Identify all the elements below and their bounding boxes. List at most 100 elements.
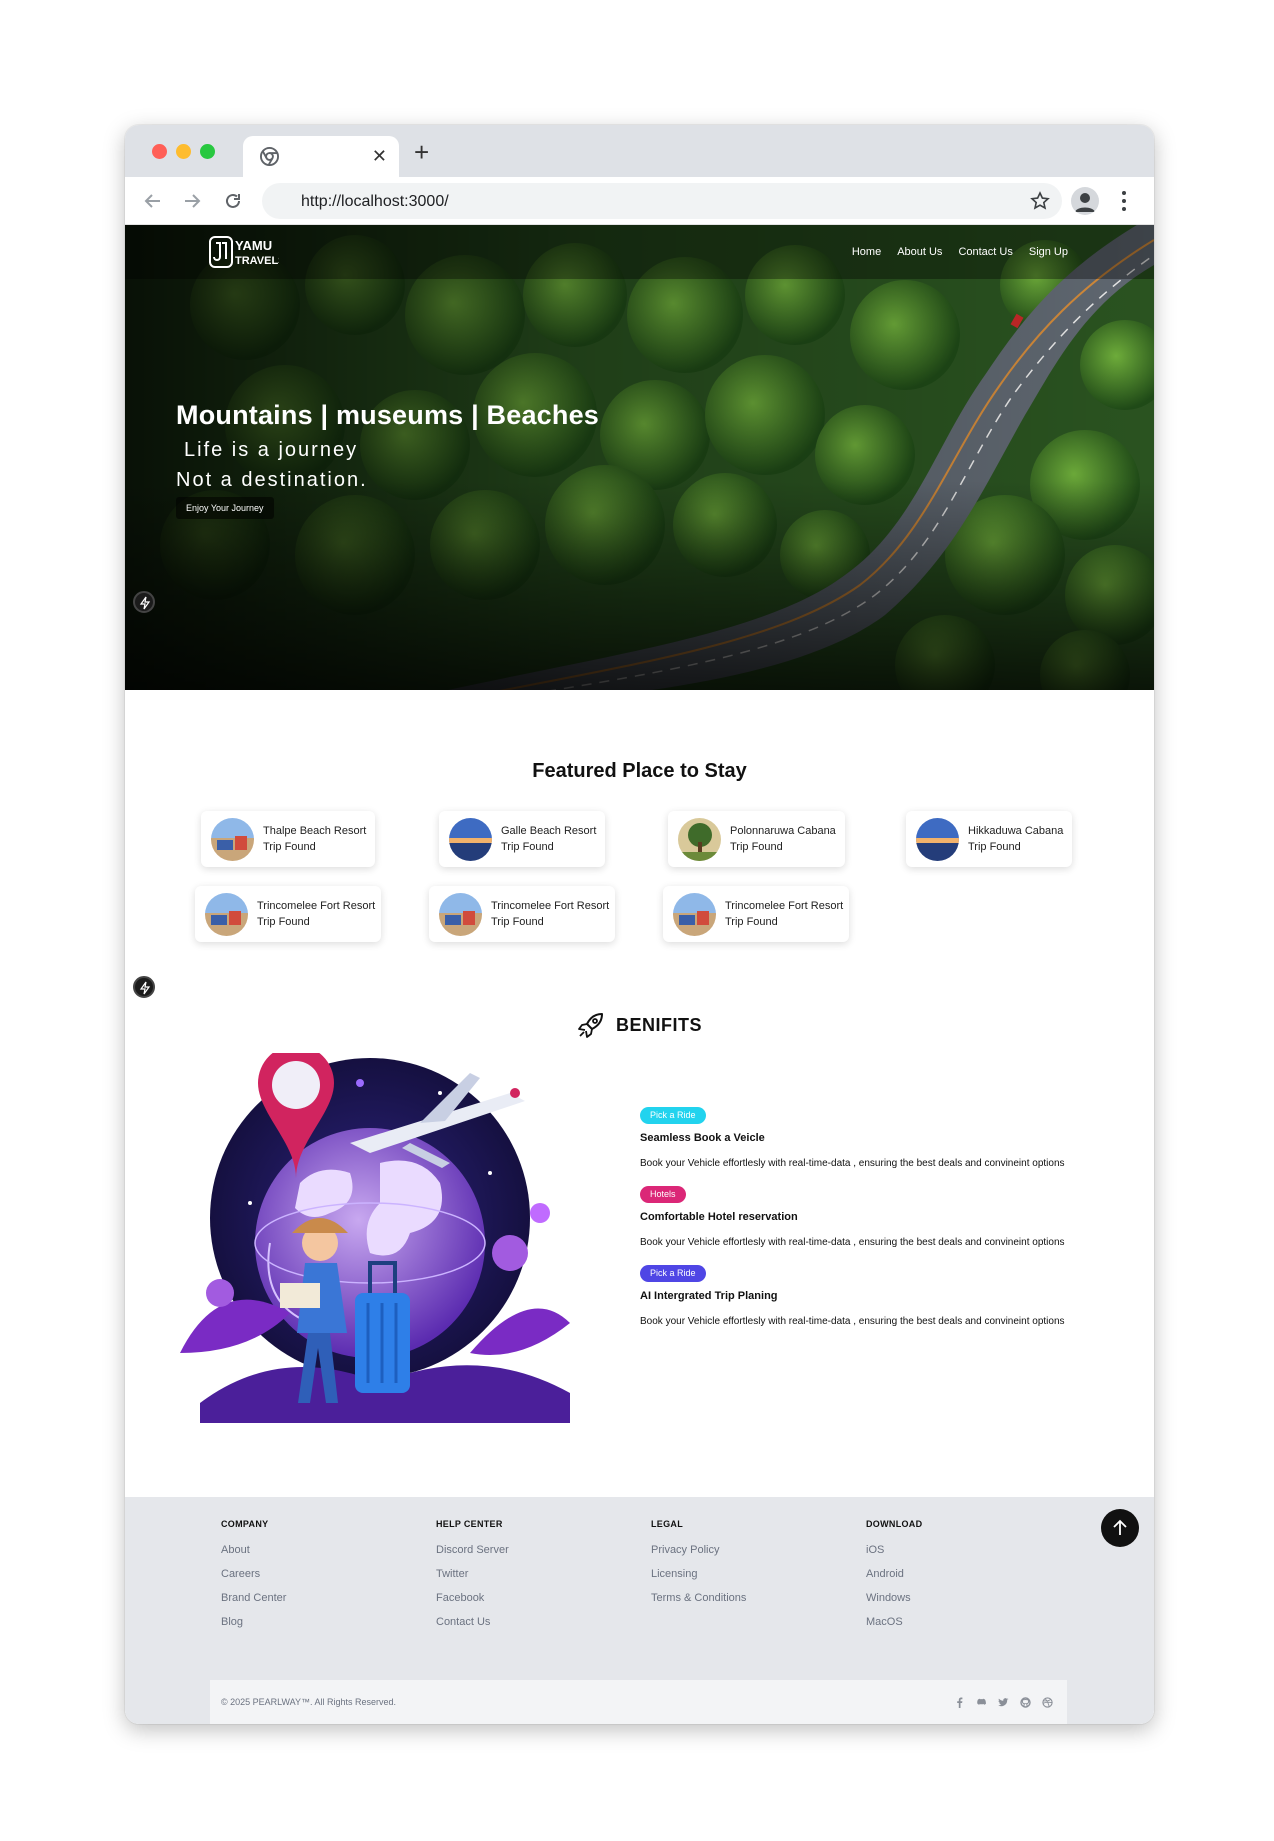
stay-card[interactable]: Hikkaduwa Cabana Trip Found (906, 811, 1072, 867)
benefits-title: BENIFITS (616, 1015, 703, 1035)
stay-name: Hikkaduwa Cabana (968, 825, 1064, 837)
discord-icon[interactable] (976, 1697, 987, 1708)
hero-line-2: Not a destination. (176, 469, 368, 491)
stay-thumbnail (678, 818, 721, 861)
stay-sub: Trip Found (501, 841, 554, 853)
browser-toolbar: http://localhost:3000/ (125, 177, 1154, 225)
stay-thumbnail (916, 818, 959, 861)
dev-tools-badge-icon[interactable] (133, 976, 155, 998)
tab-bar: ✕ + (125, 125, 1154, 177)
benefits-heading: BENIFITS (125, 1010, 1154, 1040)
nav-about-us[interactable]: About Us (897, 246, 942, 258)
hero-title: Mountains | museums | Beaches (176, 400, 600, 430)
footer-heading: COMPANY (221, 1519, 269, 1529)
benefit-description: Book your Vehicle effortlesly with real-… (640, 1237, 1065, 1248)
footer-link-windows[interactable]: Windows (866, 1592, 922, 1604)
nav-sign-up[interactable]: Sign Up (1029, 246, 1068, 258)
browser-menu-icon[interactable] (1121, 189, 1127, 213)
stay-sub: Trip Found (730, 841, 783, 853)
stay-sub: Trip Found (491, 916, 544, 928)
benefit-title: Comfortable Hotel reservation (640, 1211, 798, 1223)
close-window-button[interactable] (152, 144, 167, 159)
close-tab-icon[interactable]: ✕ (372, 146, 387, 166)
stay-name: Polonnaruwa Cabana (730, 825, 836, 837)
nav-home[interactable]: Home (852, 246, 881, 258)
tag-pick-a-ride: Pick a Ride (640, 1107, 706, 1124)
dribbble-icon[interactable] (1042, 1697, 1053, 1708)
footer-link-discord[interactable]: Discord Server (436, 1544, 509, 1556)
footer-link-licensing[interactable]: Licensing (651, 1568, 746, 1580)
browser-window: ✕ + http://localhost:3000/ YAMU TRAVEL H… (125, 125, 1154, 1724)
footer-link-terms[interactable]: Terms & Conditions (651, 1592, 746, 1604)
footer-link-facebook[interactable]: Facebook (436, 1592, 509, 1604)
stay-thumbnail (211, 818, 254, 861)
footer-link-about[interactable]: About (221, 1544, 286, 1556)
footer-heading: LEGAL (651, 1519, 683, 1529)
footer-link-ios[interactable]: iOS (866, 1544, 922, 1556)
footer-column-legal: LEGAL Privacy Policy Licensing Terms & C… (651, 1519, 746, 1616)
featured-title: Featured Place to Stay (532, 760, 747, 782)
yamu-travels-logo[interactable]: YAMU TRAVELS (209, 235, 279, 269)
stay-thumbnail (449, 818, 492, 861)
travel-globe-illustration (180, 1053, 570, 1423)
footer-heading: DOWNLOAD (866, 1519, 923, 1529)
chrome-icon (260, 147, 279, 166)
stay-card[interactable]: Trincomelee Fort Resort Trip Found (663, 886, 849, 942)
stay-thumbnail (673, 893, 716, 936)
footer-link-macos[interactable]: MacOS (866, 1616, 922, 1628)
arrow-up-icon (1113, 1519, 1127, 1535)
copyright-text: © 2025 PEARLWAY™. All Rights Reserved. (221, 1697, 397, 1707)
minimize-window-button[interactable] (176, 144, 191, 159)
tag-pick-a-ride: Pick a Ride (640, 1265, 706, 1282)
facebook-icon[interactable] (954, 1697, 965, 1708)
logo-line2: TRAVELS (235, 255, 279, 267)
site-header: YAMU TRAVELS Home About Us Contact Us Si… (125, 225, 1154, 279)
stay-name: Thalpe Beach Resort (263, 825, 367, 837)
footer-link-brand-center[interactable]: Brand Center (221, 1592, 286, 1604)
footer-link-privacy-policy[interactable]: Privacy Policy (651, 1544, 746, 1556)
stay-card[interactable]: Polonnaruwa Cabana Trip Found (668, 811, 845, 867)
stay-card[interactable]: Trincomelee Fort Resort Trip Found (195, 886, 381, 942)
reload-icon[interactable] (223, 191, 243, 211)
footer-column-company: COMPANY About Careers Brand Center Blog (221, 1519, 286, 1640)
enjoy-journey-button[interactable]: Enjoy Your Journey (176, 497, 274, 519)
logo-line1: YAMU (235, 238, 272, 253)
stay-thumbnail (205, 893, 248, 936)
profile-avatar-icon[interactable] (1071, 187, 1099, 215)
benefit-title: AI Intergrated Trip Planing (640, 1290, 778, 1302)
back-arrow-icon[interactable] (143, 191, 163, 211)
footer-link-blog[interactable]: Blog (221, 1616, 286, 1628)
benefit-title: Seamless Book a Veicle (640, 1132, 765, 1144)
dev-tools-badge-icon[interactable] (133, 591, 155, 613)
forward-arrow-icon[interactable] (182, 191, 202, 211)
stay-card[interactable]: Trincomelee Fort Resort Trip Found (429, 886, 615, 942)
url-text: http://localhost:3000/ (301, 193, 449, 210)
rocket-icon (578, 1013, 603, 1038)
hero-line-1: Life is a journey (184, 439, 359, 461)
benefit-description: Book your Vehicle effortlesly with real-… (640, 1158, 1065, 1169)
browser-tab[interactable]: ✕ (243, 136, 399, 177)
stay-sub: Trip Found (257, 916, 310, 928)
bookmark-star-icon[interactable] (1030, 191, 1050, 211)
footer-link-android[interactable]: Android (866, 1568, 922, 1580)
stay-name: Trincomelee Fort Resort (491, 900, 610, 912)
address-bar[interactable]: http://localhost:3000/ (262, 183, 1062, 219)
stay-sub: Trip Found (968, 841, 1021, 853)
stay-name: Trincomelee Fort Resort (257, 900, 376, 912)
twitter-icon[interactable] (998, 1697, 1009, 1708)
stay-card[interactable]: Thalpe Beach Resort Trip Found (201, 811, 375, 867)
site-footer: COMPANY About Careers Brand Center Blog … (125, 1497, 1154, 1724)
stay-card[interactable]: Galle Beach Resort Trip Found (439, 811, 605, 867)
stay-sub: Trip Found (725, 916, 778, 928)
footer-link-careers[interactable]: Careers (221, 1568, 286, 1580)
stay-name: Trincomelee Fort Resort (725, 900, 844, 912)
maximize-window-button[interactable] (200, 144, 215, 159)
scroll-to-top-button[interactable] (1101, 1509, 1139, 1547)
stay-sub: Trip Found (263, 841, 316, 853)
github-icon[interactable] (1020, 1697, 1031, 1708)
nav-contact-us[interactable]: Contact Us (958, 246, 1012, 258)
stay-name: Galle Beach Resort (501, 825, 597, 837)
new-tab-icon[interactable]: + (414, 139, 429, 165)
footer-link-contact-us[interactable]: Contact Us (436, 1616, 509, 1628)
footer-link-twitter[interactable]: Twitter (436, 1568, 509, 1580)
